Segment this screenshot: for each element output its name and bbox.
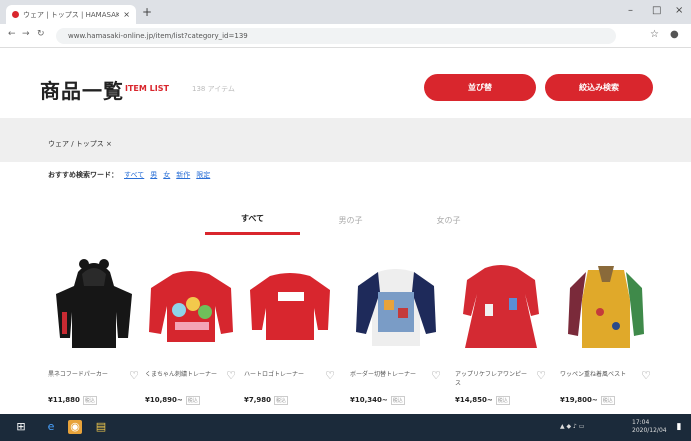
address-bar: ← → ↻ www.hamasaki-online.jp/item/list?c… bbox=[0, 24, 691, 48]
product-card[interactable]: ワッペン重ね着風ベスト ♡ ¥19,800~ 税込 bbox=[560, 252, 652, 410]
breadcrumb[interactable]: ウェア / トップス × bbox=[48, 139, 112, 149]
tax-label: 税込 bbox=[495, 396, 510, 405]
product-card[interactable]: アップリケフレアワンピース ♡ ¥14,850~ 税込 bbox=[455, 252, 547, 410]
product-card[interactable]: ハートロゴトレーナー ♡ ¥7,980 税込 bbox=[244, 252, 336, 410]
windows-taskbar: ⊞ e ◉ ▤ ▲ ◆ ♪ ▭ 17:04 2020/12/04 ▮ bbox=[0, 414, 691, 441]
product-card[interactable]: 黒ネコフードパーカー ♡ ¥11,880 税込 bbox=[48, 252, 140, 410]
page-title: 商品一覧 bbox=[40, 79, 124, 103]
keyword-link[interactable]: 女 bbox=[163, 170, 170, 180]
favorite-heart-icon[interactable]: ♡ bbox=[535, 370, 547, 382]
category-tabs: すべて 男の子 女の子 bbox=[205, 205, 495, 237]
start-icon[interactable]: ⊞ bbox=[14, 420, 28, 434]
price-value: ¥14,850~ bbox=[455, 396, 493, 404]
product-name[interactable]: ワッペン重ね着風ベスト bbox=[560, 370, 634, 379]
clock-time: 17:04 bbox=[632, 419, 650, 426]
recommended-keywords: おすすめ検索ワード： すべて 男 女 新作 限定 bbox=[48, 170, 210, 180]
product-name[interactable]: アップリケフレアワンピース bbox=[455, 370, 529, 388]
favorite-heart-icon[interactable]: ♡ bbox=[324, 370, 336, 382]
favorite-heart-icon[interactable]: ♡ bbox=[430, 370, 442, 382]
product-price: ¥14,850~ 税込 bbox=[455, 396, 510, 405]
keyword-link[interactable]: 新作 bbox=[176, 170, 190, 180]
page-subtitle: ITEM LIST bbox=[125, 84, 169, 93]
tab-boys[interactable]: 男の子 bbox=[303, 205, 398, 235]
maximize-icon[interactable]: □ bbox=[652, 5, 661, 16]
folder-icon[interactable]: ▤ bbox=[94, 420, 108, 434]
keyword-link[interactable]: すべて bbox=[124, 170, 144, 180]
product-image[interactable] bbox=[48, 252, 140, 352]
chrome-icon[interactable]: ◉ bbox=[68, 420, 82, 434]
minimize-icon[interactable]: – bbox=[628, 5, 633, 16]
price-value: ¥10,890~ bbox=[145, 396, 183, 404]
tax-label: 税込 bbox=[274, 396, 289, 405]
favorite-heart-icon[interactable]: ♡ bbox=[640, 370, 652, 382]
tax-label: 税込 bbox=[82, 396, 97, 405]
product-price: ¥7,980 税込 bbox=[244, 396, 289, 405]
favorite-heart-icon[interactable]: ♡ bbox=[225, 370, 237, 382]
price-value: ¥11,880 bbox=[48, 396, 80, 404]
price-value: ¥19,800~ bbox=[560, 396, 598, 404]
keywords-label: おすすめ検索ワード： bbox=[48, 171, 118, 179]
tab-girls[interactable]: 女の子 bbox=[401, 205, 496, 235]
product-image[interactable] bbox=[244, 252, 336, 352]
tab-title: ウェア | トップス | HAMASAKI Online Store bbox=[23, 10, 120, 19]
url-input[interactable]: www.hamasaki-online.jp/item/list?categor… bbox=[56, 28, 616, 44]
tab-all[interactable]: すべて bbox=[205, 205, 300, 235]
account-icon[interactable]: ● bbox=[670, 29, 679, 40]
tax-label: 税込 bbox=[390, 396, 405, 405]
window-close-icon[interactable]: × bbox=[675, 5, 683, 16]
tab-close-icon[interactable]: × bbox=[123, 10, 130, 19]
product-card[interactable]: くまちゃん刺繍トレーナー ♡ ¥10,890~ 税込 bbox=[145, 252, 237, 410]
product-card[interactable]: ボーダー切替トレーナー ♡ ¥10,340~ 税込 bbox=[350, 252, 442, 410]
browser-tabbar: ウェア | トップス | HAMASAKI Online Store × + –… bbox=[0, 0, 691, 24]
price-value: ¥10,340~ bbox=[350, 396, 388, 404]
clock-date: 2020/12/04 bbox=[632, 427, 667, 434]
product-price: ¥19,800~ 税込 bbox=[560, 396, 615, 405]
product-name[interactable]: ハートロゴトレーナー bbox=[244, 370, 318, 379]
back-icon[interactable]: ← bbox=[8, 29, 16, 39]
tax-label: 税込 bbox=[600, 396, 615, 405]
keyword-link[interactable]: 男 bbox=[150, 170, 157, 180]
product-image[interactable] bbox=[350, 252, 442, 352]
product-price: ¥11,880 税込 bbox=[48, 396, 97, 405]
keyword-link[interactable]: 限定 bbox=[196, 170, 210, 180]
product-name[interactable]: 黒ネコフードパーカー bbox=[48, 370, 122, 379]
filter-button[interactable]: 絞込み検索 bbox=[545, 74, 653, 101]
product-price: ¥10,340~ 税込 bbox=[350, 396, 405, 405]
product-name[interactable]: くまちゃん刺繍トレーナー bbox=[145, 370, 219, 379]
product-image[interactable] bbox=[455, 252, 547, 352]
new-tab-icon[interactable]: + bbox=[142, 5, 152, 19]
notification-icon[interactable]: ▮ bbox=[672, 420, 686, 434]
product-image[interactable] bbox=[145, 252, 237, 352]
sort-button[interactable]: 並び替 bbox=[424, 74, 536, 101]
product-price: ¥10,890~ 税込 bbox=[145, 396, 200, 405]
browser-tab[interactable]: ウェア | トップス | HAMASAKI Online Store × bbox=[6, 5, 136, 24]
item-count: 138 アイテム bbox=[192, 85, 235, 93]
product-name[interactable]: ボーダー切替トレーナー bbox=[350, 370, 424, 379]
system-tray-icons[interactable]: ▲ ◆ ♪ ▭ bbox=[560, 423, 584, 430]
price-value: ¥7,980 bbox=[244, 396, 272, 404]
product-image[interactable] bbox=[560, 252, 652, 352]
tax-label: 税込 bbox=[185, 396, 200, 405]
forward-icon[interactable]: → bbox=[22, 29, 30, 39]
reload-icon[interactable]: ↻ bbox=[37, 29, 45, 39]
clock: 17:04 2020/12/04 bbox=[632, 419, 667, 435]
favorite-heart-icon[interactable]: ♡ bbox=[128, 370, 140, 382]
edge-icon[interactable]: e bbox=[44, 420, 58, 434]
star-icon[interactable]: ☆ bbox=[650, 29, 659, 40]
site-favicon-icon bbox=[12, 11, 19, 18]
